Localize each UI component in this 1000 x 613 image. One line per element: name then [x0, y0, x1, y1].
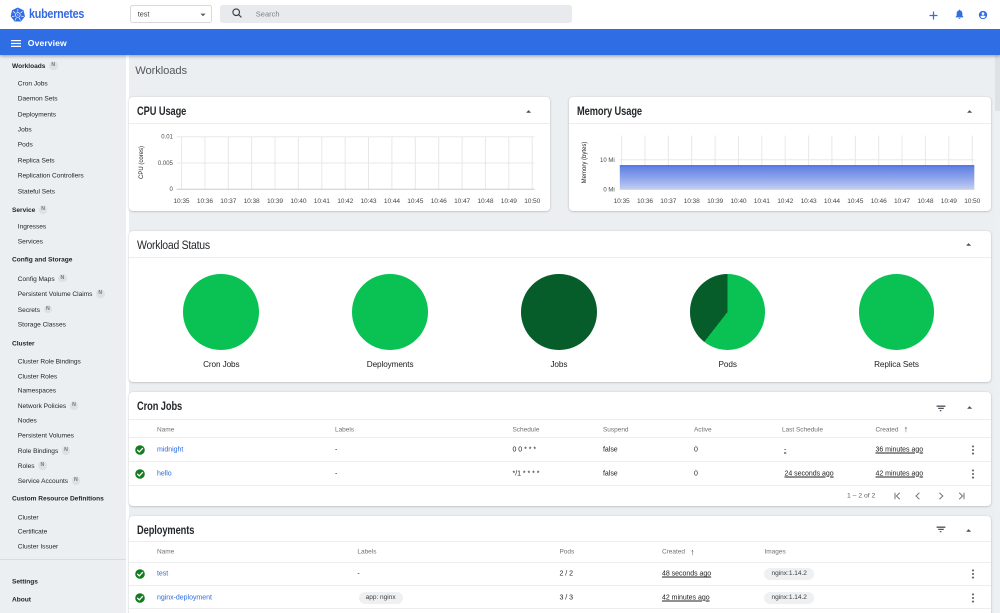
svg-text:10:38: 10:38 [243, 197, 259, 204]
svg-text:10:36: 10:36 [637, 197, 653, 204]
svg-text:0.01: 0.01 [161, 134, 173, 140]
svg-text:10:40: 10:40 [290, 197, 306, 204]
svg-text:Memory (bytes): Memory (bytes) [582, 141, 588, 183]
svg-text:10:45: 10:45 [847, 197, 863, 204]
svg-text:10:50: 10:50 [524, 197, 540, 204]
svg-text:10:38: 10:38 [684, 197, 700, 204]
svg-text:10:37: 10:37 [660, 197, 676, 204]
svg-text:10:41: 10:41 [754, 197, 770, 204]
svg-text:10:48: 10:48 [477, 197, 493, 204]
svg-text:10:39: 10:39 [707, 197, 723, 204]
svg-text:10:37: 10:37 [220, 197, 236, 204]
svg-text:10:44: 10:44 [824, 197, 840, 204]
svg-text:10 Mi: 10 Mi [600, 157, 615, 163]
svg-text:10:35: 10:35 [173, 197, 189, 204]
svg-text:10:35: 10:35 [614, 197, 630, 204]
svg-text:10:48: 10:48 [917, 197, 933, 204]
svg-text:10:42: 10:42 [777, 197, 793, 204]
svg-text:10:41: 10:41 [314, 197, 330, 204]
svg-text:10:47: 10:47 [454, 197, 470, 204]
svg-text:0.005: 0.005 [158, 161, 174, 167]
svg-text:0 Mi: 0 Mi [603, 187, 614, 193]
svg-text:10:45: 10:45 [407, 197, 423, 204]
svg-text:10:49: 10:49 [941, 197, 957, 204]
svg-text:10:42: 10:42 [337, 197, 353, 204]
svg-text:10:36: 10:36 [197, 197, 213, 204]
svg-text:10:47: 10:47 [894, 197, 910, 204]
svg-text:10:49: 10:49 [501, 197, 517, 204]
svg-text:10:44: 10:44 [384, 197, 400, 204]
svg-text:10:43: 10:43 [360, 197, 376, 204]
svg-text:10:39: 10:39 [267, 197, 283, 204]
svg-text:CPU (cores): CPU (cores) [139, 145, 145, 178]
svg-text:10:43: 10:43 [801, 197, 817, 204]
svg-text:0: 0 [169, 187, 173, 193]
svg-text:10:40: 10:40 [730, 197, 746, 204]
svg-text:10:46: 10:46 [871, 197, 887, 204]
svg-text:10:50: 10:50 [964, 197, 980, 204]
svg-text:10:46: 10:46 [430, 197, 446, 204]
